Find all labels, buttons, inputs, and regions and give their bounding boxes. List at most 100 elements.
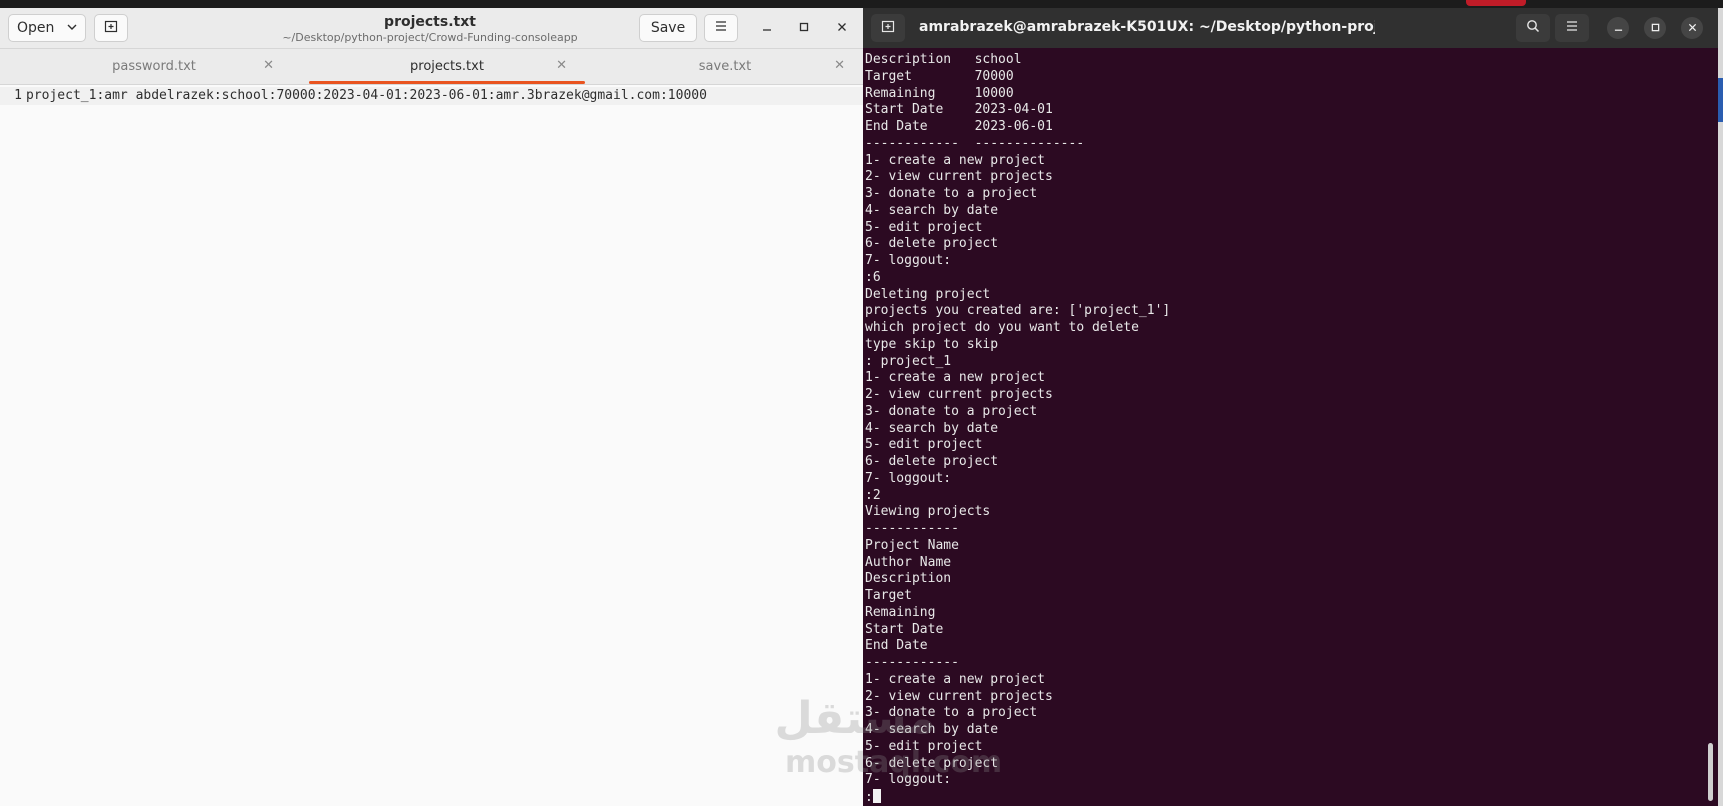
terminal-search-button[interactable] bbox=[1516, 14, 1550, 42]
terminal-scrollbar-thumb[interactable] bbox=[1708, 743, 1713, 801]
open-button[interactable]: Open bbox=[8, 14, 86, 42]
document-path: ~/Desktop/python-project/Crowd-Funding-c… bbox=[282, 31, 578, 44]
terminal-line: Target bbox=[865, 588, 912, 603]
terminal-prompt-line[interactable]: : bbox=[863, 789, 1703, 806]
terminal-line: 7- loggout: bbox=[865, 470, 952, 486]
maximize-icon bbox=[799, 21, 809, 36]
terminal-line: Deleting project bbox=[865, 286, 991, 302]
terminal-title: amrabrazek@amrabrazek-K501UX: ~/Desktop/… bbox=[919, 19, 1375, 35]
terminal-minimize-button[interactable] bbox=[1607, 17, 1629, 39]
terminal-line: Start Date 2023-04-01 bbox=[865, 102, 1053, 118]
close-icon[interactable]: ✕ bbox=[556, 58, 567, 73]
open-button-label: Open bbox=[17, 20, 55, 36]
terminal-line: 2- view current projects bbox=[865, 688, 1053, 704]
terminal-line: 2- view current projects bbox=[865, 169, 1053, 185]
close-icon[interactable]: ✕ bbox=[834, 58, 845, 73]
terminal-line: ------------ -------------- bbox=[865, 135, 1085, 151]
top-bar-indicator bbox=[1466, 0, 1526, 6]
terminal-line: : project_1 bbox=[865, 353, 952, 369]
terminal-line: Remaining bbox=[865, 604, 936, 620]
terminal-line: 1- create a new project bbox=[865, 370, 1046, 386]
close-icon bbox=[1688, 22, 1697, 35]
background-window-accent bbox=[1718, 78, 1723, 122]
terminal-line: Author Name bbox=[865, 554, 952, 570]
line-number: 1 bbox=[14, 88, 22, 103]
close-icon[interactable]: ✕ bbox=[263, 58, 274, 73]
line-text: project_1:amr abdelrazek:school:70000:20… bbox=[26, 88, 707, 103]
terminal-scrollbar[interactable] bbox=[1707, 52, 1715, 806]
terminal-line: 6- delete project bbox=[865, 454, 999, 469]
terminal-menu-button[interactable] bbox=[1555, 14, 1589, 42]
tab-label: projects.txt bbox=[410, 59, 484, 74]
terminal-line: 3- donate to a project bbox=[865, 186, 1038, 201]
hamburger-menu-icon bbox=[1565, 20, 1579, 36]
terminal-close-button[interactable] bbox=[1681, 17, 1703, 39]
terminal-line: Remaining 10000 bbox=[865, 85, 1014, 101]
terminal-line: 5- edit project bbox=[865, 437, 983, 453]
terminal-line: 7- loggout: bbox=[865, 253, 952, 268]
tab-save-txt[interactable]: save.txt ✕ bbox=[583, 49, 863, 84]
terminal-line: 5- edit project bbox=[865, 219, 983, 235]
terminal-line: Description bbox=[865, 571, 952, 587]
terminal-line: Project Name bbox=[865, 537, 959, 553]
close-button[interactable] bbox=[832, 18, 852, 38]
new-terminal-tab-button[interactable] bbox=[871, 14, 905, 42]
document-title: projects.txt bbox=[384, 14, 476, 30]
terminal-line: Start Date bbox=[865, 621, 944, 637]
save-button[interactable]: Save bbox=[639, 14, 697, 42]
text-editor-area[interactable]: 1 project_1:amr abdelrazek:school:70000:2… bbox=[0, 85, 863, 806]
editor-line[interactable]: 1 project_1:amr abdelrazek:school:70000:2… bbox=[0, 87, 863, 105]
editor-header-bar: Open projects.txt ~/Desktop/python-proje… bbox=[0, 8, 863, 49]
tab-label: password.txt bbox=[112, 59, 196, 74]
terminal-output[interactable]: Description school Target 70000 Remainin… bbox=[863, 52, 1703, 806]
hamburger-menu-icon bbox=[714, 20, 728, 36]
terminal-line: End Date bbox=[865, 638, 928, 654]
new-tab-icon bbox=[881, 19, 895, 37]
terminal-line: 7- loggout: bbox=[865, 772, 952, 788]
document-tab-bar: password.txt ✕ projects.txt ✕ save.txt ✕ bbox=[0, 49, 863, 85]
background-window-edge bbox=[1718, 8, 1723, 806]
terminal-header-bar: amrabrazek@amrabrazek-K501UX: ~/Desktop/… bbox=[863, 8, 1718, 48]
minimize-button[interactable] bbox=[757, 18, 777, 38]
terminal-line: Target 70000 bbox=[865, 68, 1014, 84]
active-tab-indicator bbox=[309, 81, 585, 84]
terminal-line: 4- search by date bbox=[865, 420, 999, 436]
terminal-line: ------------ bbox=[865, 521, 959, 536]
maximize-button[interactable] bbox=[794, 18, 814, 38]
terminal-line: Viewing projects bbox=[865, 504, 991, 520]
terminal-line: Description school bbox=[865, 52, 1022, 67]
terminal-line: 1- create a new project bbox=[865, 152, 1046, 168]
terminal-maximize-button[interactable] bbox=[1644, 17, 1666, 39]
terminal-line: 3- donate to a project bbox=[865, 403, 1038, 419]
terminal-line: End Date 2023-06-01 bbox=[865, 119, 1053, 134]
terminal-line: ------------ bbox=[865, 655, 959, 670]
chevron-down-icon bbox=[67, 20, 77, 36]
terminal-line: 6- delete project bbox=[865, 236, 999, 252]
terminal-line: :2 bbox=[865, 487, 881, 503]
terminal-line: projects you created are: ['project_1'] bbox=[865, 303, 1171, 319]
tab-password-txt[interactable]: password.txt ✕ bbox=[12, 49, 296, 84]
close-icon bbox=[837, 21, 847, 36]
terminal-line: 6- delete project bbox=[865, 755, 999, 771]
terminal-line: 3- donate to a project bbox=[865, 705, 1038, 721]
maximize-icon bbox=[1651, 22, 1660, 35]
text-editor-window: Open projects.txt ~/Desktop/python-proje… bbox=[0, 8, 863, 806]
tab-projects-txt[interactable]: projects.txt ✕ bbox=[305, 49, 589, 84]
new-document-button[interactable] bbox=[94, 14, 128, 42]
system-top-bar bbox=[0, 0, 1723, 8]
terminal-line: :6 bbox=[865, 269, 881, 285]
terminal-window: amrabrazek@amrabrazek-K501UX: ~/Desktop/… bbox=[863, 8, 1718, 806]
terminal-line: 2- view current projects bbox=[865, 387, 1053, 402]
text-cursor bbox=[872, 789, 881, 803]
terminal-line: type skip to skip bbox=[865, 336, 999, 352]
terminal-line: which project do you want to delete bbox=[865, 320, 1139, 335]
editor-menu-button[interactable] bbox=[704, 14, 738, 42]
minimize-icon bbox=[1614, 22, 1623, 35]
minimize-icon bbox=[762, 21, 772, 36]
terminal-line: 1- create a new project bbox=[865, 671, 1046, 687]
search-icon bbox=[1526, 19, 1540, 37]
terminal-line: 5- edit project bbox=[865, 738, 983, 754]
tab-label: save.txt bbox=[698, 59, 752, 74]
terminal-prompt: : bbox=[865, 790, 873, 805]
terminal-line: 4- search by date bbox=[865, 202, 999, 218]
